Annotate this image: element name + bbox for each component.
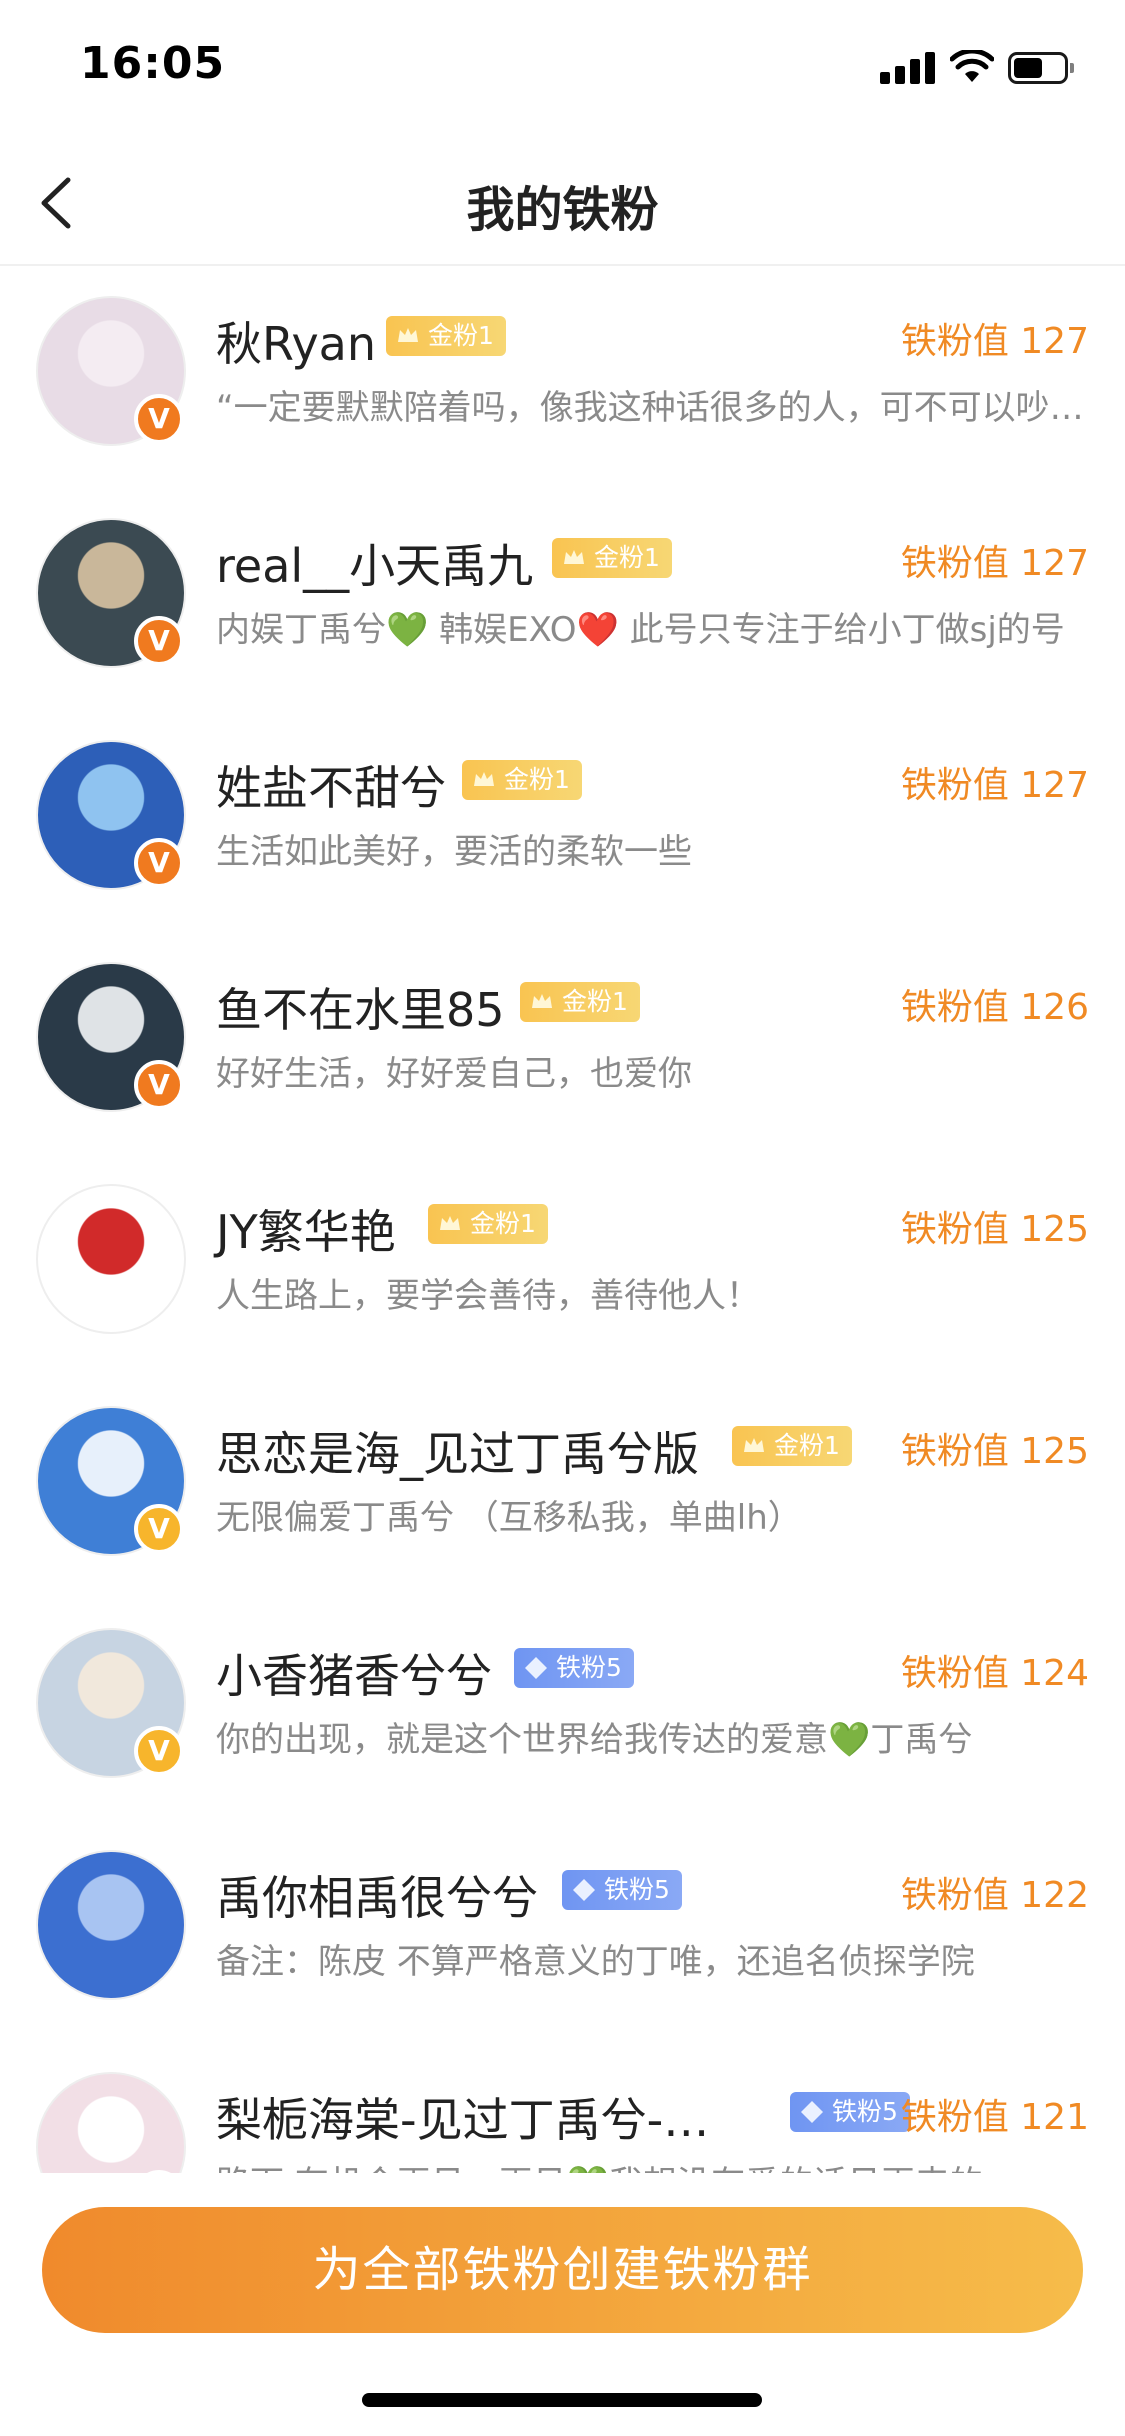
fan-level-badge: 金粉1 bbox=[732, 1426, 852, 1466]
fan-level-label: 金粉1 bbox=[470, 1209, 536, 1238]
fan-score: 铁粉值 124 bbox=[900, 1653, 1089, 1694]
fan-level-badge: 铁粉5 bbox=[562, 1870, 682, 1910]
avatar-wrap[interactable]: V bbox=[36, 1628, 186, 1778]
diamond-icon bbox=[573, 1879, 595, 1901]
verified-badge-icon: V bbox=[134, 616, 184, 666]
fan-level-label: 铁粉5 bbox=[604, 1875, 670, 1904]
fan-name[interactable]: 思恋是海_见过丁禹兮版 bbox=[216, 1418, 699, 1484]
fan-score: 铁粉值 127 bbox=[900, 765, 1089, 806]
page-title: 我的铁粉 bbox=[466, 182, 659, 238]
avatar[interactable] bbox=[36, 1850, 186, 2000]
fan-name[interactable]: real__小天禹九 bbox=[216, 530, 533, 596]
avatar-wrap[interactable] bbox=[36, 1184, 186, 1334]
fan-list-item[interactable]: V 鱼不在水里85 金粉1 铁粉值 126 好好生活，好好爱自己，也爱你 bbox=[0, 934, 1125, 1156]
fan-name[interactable]: 姓盐不甜兮 bbox=[216, 752, 446, 818]
fan-list-item[interactable]: V 梨栀海棠-见过丁禹兮-… 铁粉5 铁粉值 121 路下 有机会再见，再见💚我… bbox=[0, 2044, 1125, 2173]
cellular-signal-icon bbox=[880, 52, 936, 84]
fan-list-item[interactable]: V 姓盐不甜兮 金粉1 铁粉值 127 生活如此美好，要活的柔软一些 bbox=[0, 712, 1125, 934]
fan-list-item[interactable]: 禹你相禹很兮兮 铁粉5 铁粉值 122 备注：陈皮 不算严格意义的丁唯，还追名侦… bbox=[0, 1822, 1125, 2044]
page: 16:05 我的铁粉 V 秋Ryan 金粉1 铁粉值 127 “一定要默默陪着吗… bbox=[0, 0, 1125, 2436]
fan-score: 铁粉值 125 bbox=[900, 1209, 1089, 1250]
fan-list-item[interactable]: V 思恋是海_见过丁禹兮版 金粉1 铁粉值 125 无限偏爱丁禹兮 （互移私我，… bbox=[0, 1378, 1125, 1600]
battery-icon bbox=[1008, 52, 1074, 84]
crown-icon bbox=[744, 1438, 764, 1452]
fan-description: 路下 有机会再见，再见💚我想没有爱的话见再来的 bbox=[216, 2156, 1086, 2173]
fan-level-label: 铁粉5 bbox=[556, 1653, 622, 1682]
fan-level-label: 金粉1 bbox=[594, 543, 660, 572]
fan-description: 好好生活，好好爱自己，也爱你 bbox=[216, 1054, 692, 1094]
fan-level-label: 金粉1 bbox=[562, 987, 628, 1016]
fan-score: 铁粉值 125 bbox=[900, 1431, 1089, 1472]
fan-level-badge: 金粉1 bbox=[520, 982, 640, 1022]
wifi-icon bbox=[950, 50, 994, 82]
fan-list-item[interactable]: JY繁华艳 金粉1 铁粉值 125 人生路上，要学会善待，善待他人！ bbox=[0, 1156, 1125, 1378]
fan-level-badge: 金粉1 bbox=[386, 316, 506, 356]
crown-icon bbox=[440, 1216, 460, 1230]
fan-list[interactable]: V 秋Ryan 金粉1 铁粉值 127 “一定要默默陪着吗，像我这种话很多的人，… bbox=[0, 268, 1125, 2173]
fan-score: 铁粉值 122 bbox=[900, 1875, 1089, 1916]
avatar[interactable] bbox=[36, 1184, 186, 1334]
fan-description: “一定要默默陪着吗，像我这种话很多的人，可不可以吵吵闹闹陪着你” bbox=[216, 388, 1086, 428]
crown-icon bbox=[564, 550, 584, 564]
fan-description: 内娱丁禹兮💚 韩娱EXO❤️ 此号只专注于给小丁做sj的号 bbox=[216, 610, 1065, 650]
status-bar: 16:05 bbox=[0, 0, 1125, 138]
nav-bar: 我的铁粉 bbox=[0, 138, 1125, 266]
verified-badge-icon: V bbox=[134, 838, 184, 888]
avatar[interactable] bbox=[36, 2072, 186, 2173]
fan-description: 无限偏爱丁禹兮 （互移私我，单曲lh） bbox=[216, 1498, 802, 1538]
fan-level-badge: 金粉1 bbox=[552, 538, 672, 578]
avatar-wrap[interactable] bbox=[36, 1850, 186, 2000]
verified-badge-icon: V bbox=[134, 1060, 184, 1110]
fan-description: 人生路上，要学会善待，善待他人！ bbox=[216, 1276, 760, 1316]
fan-list-item[interactable]: V 秋Ryan 金粉1 铁粉值 127 “一定要默默陪着吗，像我这种话很多的人，… bbox=[0, 268, 1125, 490]
crown-icon bbox=[532, 994, 552, 1008]
fan-level-badge: 金粉1 bbox=[462, 760, 582, 800]
fan-level-badge: 铁粉5 bbox=[790, 2092, 910, 2132]
avatar-wrap[interactable]: V bbox=[36, 518, 186, 668]
fan-level-label: 铁粉5 bbox=[832, 2097, 898, 2126]
fan-score: 铁粉值 126 bbox=[900, 987, 1089, 1028]
avatar-wrap[interactable]: V bbox=[36, 1406, 186, 1556]
fan-name[interactable]: 鱼不在水里85 bbox=[216, 974, 505, 1040]
avatar-wrap[interactable]: V bbox=[36, 2072, 186, 2173]
verified-badge-icon: V bbox=[134, 1726, 184, 1776]
crown-icon bbox=[398, 328, 418, 342]
verified-badge-icon: V bbox=[134, 1504, 184, 1554]
verified-badge-icon: V bbox=[134, 394, 184, 444]
fan-name[interactable]: JY繁华艳 bbox=[216, 1196, 396, 1262]
crown-icon bbox=[474, 772, 494, 786]
fan-score: 铁粉值 127 bbox=[900, 543, 1089, 584]
diamond-icon bbox=[801, 2101, 823, 2123]
fan-description: 备注：陈皮 不算严格意义的丁唯，还追名侦探学院 bbox=[216, 1942, 975, 1982]
fan-level-badge: 金粉1 bbox=[428, 1204, 548, 1244]
avatar-wrap[interactable]: V bbox=[36, 296, 186, 446]
fan-name[interactable]: 秋Ryan bbox=[216, 308, 376, 374]
avatar-wrap[interactable]: V bbox=[36, 740, 186, 890]
fan-list-item[interactable]: V real__小天禹九 金粉1 铁粉值 127 内娱丁禹兮💚 韩娱EXO❤️ … bbox=[0, 490, 1125, 712]
fan-name[interactable]: 梨栀海棠-见过丁禹兮-… bbox=[216, 2084, 709, 2150]
fan-level-label: 金粉1 bbox=[428, 321, 494, 350]
fan-score: 铁粉值 127 bbox=[900, 321, 1089, 362]
fan-level-badge: 铁粉5 bbox=[514, 1648, 634, 1688]
fan-name[interactable]: 禹你相禹很兮兮 bbox=[216, 1862, 538, 1928]
diamond-icon bbox=[525, 1657, 547, 1679]
fan-score: 铁粉值 121 bbox=[900, 2097, 1089, 2138]
create-fan-group-button[interactable]: 为全部铁粉创建铁粉群 bbox=[42, 2207, 1083, 2333]
fan-level-label: 金粉1 bbox=[504, 765, 570, 794]
fan-description: 你的出现，就是这个世界给我传达的爱意💚丁禹兮 bbox=[216, 1720, 973, 1760]
status-time: 16:05 bbox=[80, 38, 226, 89]
avatar-wrap[interactable]: V bbox=[36, 962, 186, 1112]
home-indicator bbox=[362, 2393, 762, 2407]
fan-name[interactable]: 小香猪香兮兮 bbox=[216, 1640, 492, 1706]
fan-level-label: 金粉1 bbox=[774, 1431, 840, 1460]
fan-list-item[interactable]: V 小香猪香兮兮 铁粉5 铁粉值 124 你的出现，就是这个世界给我传达的爱意💚… bbox=[0, 1600, 1125, 1822]
bottom-area: 为全部铁粉创建铁粉群 bbox=[0, 2173, 1125, 2436]
fan-description: 生活如此美好，要活的柔软一些 bbox=[216, 832, 692, 872]
